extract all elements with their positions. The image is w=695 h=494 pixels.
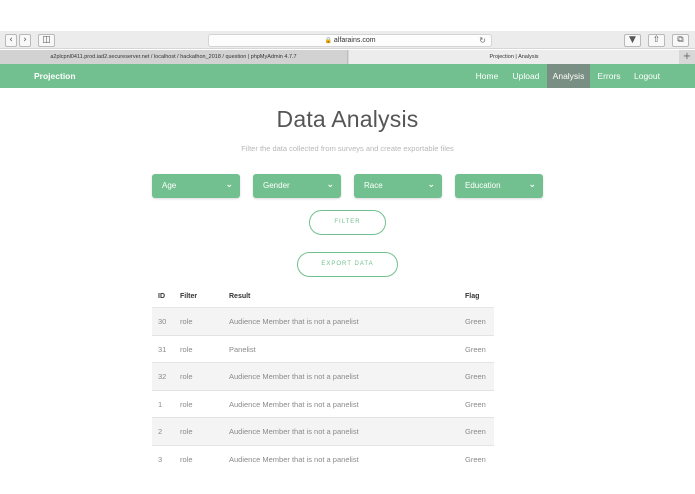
table-header: ID Filter Result Flag bbox=[152, 286, 494, 308]
cell-flag: Green bbox=[465, 372, 486, 382]
header-filter: Filter bbox=[180, 293, 198, 300]
cell-flag: Green bbox=[465, 427, 486, 437]
header-id: ID bbox=[158, 293, 165, 300]
cell-filter: role bbox=[180, 317, 193, 326]
cell-filter: role bbox=[180, 344, 193, 354]
table-row: 32 role Audience Member that is not a pa… bbox=[152, 363, 494, 391]
cell-result: Audience Member that is not a panelist bbox=[229, 317, 359, 326]
results-table: ID Filter Result Flag 30 role Audience M… bbox=[152, 286, 494, 465]
table-row: 3 role Audience Member that is not a pan… bbox=[152, 446, 494, 465]
cell-flag: Green bbox=[465, 399, 486, 409]
cell-flag: Green bbox=[465, 317, 486, 326]
cell-id: 31 bbox=[158, 344, 167, 354]
table-row: 1 role Audience Member that is not a pan… bbox=[152, 391, 494, 419]
cell-result: Audience Member that is not a panelist bbox=[229, 454, 359, 464]
cell-result: Audience Member that is not a panelist bbox=[229, 372, 359, 382]
cell-flag: Green bbox=[465, 454, 486, 464]
screen: ‹ › ◫ 🔒 alfarains.com ↻ ▼ ⇧ ⧉ a2plcpnl041… bbox=[0, 0, 695, 494]
cell-result: Panelist bbox=[229, 344, 256, 354]
cell-filter: role bbox=[180, 372, 193, 382]
cell-id: 32 bbox=[158, 372, 167, 382]
cell-id: 2 bbox=[158, 427, 163, 437]
cell-flag: Green bbox=[465, 344, 486, 354]
header-flag: Flag bbox=[465, 293, 480, 300]
content-viewport: ID Filter Result Flag 30 role Audience M… bbox=[0, 0, 695, 465]
cell-id: 3 bbox=[158, 454, 163, 464]
header-result: Result bbox=[229, 293, 251, 300]
cell-result: Audience Member that is not a panelist bbox=[229, 427, 359, 437]
table-row: 30 role Audience Member that is not a pa… bbox=[152, 308, 494, 336]
cell-filter: role bbox=[180, 399, 193, 409]
cell-id: 1 bbox=[158, 399, 163, 409]
cell-filter: role bbox=[180, 454, 193, 464]
cell-id: 30 bbox=[158, 317, 167, 326]
table-row: 31 role Panelist Green bbox=[152, 336, 494, 364]
cell-filter: role bbox=[180, 427, 193, 437]
cell-result: Audience Member that is not a panelist bbox=[229, 399, 359, 409]
table-row: 2 role Audience Member that is not a pan… bbox=[152, 418, 494, 446]
